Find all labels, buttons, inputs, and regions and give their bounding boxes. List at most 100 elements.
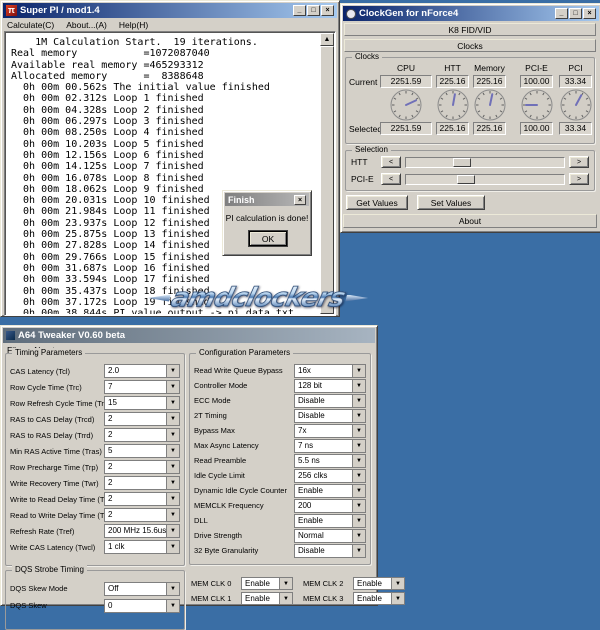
superpi-title: Super PI / mod1.4 (20, 5, 290, 16)
chevron-down-icon[interactable]: ▼ (166, 445, 179, 457)
slider-right-icon[interactable]: > (569, 173, 589, 185)
dropdown[interactable]: 16x▼ (294, 364, 366, 378)
chevron-down-icon[interactable]: ▼ (166, 413, 179, 425)
chevron-down-icon[interactable]: ▼ (352, 365, 365, 377)
chevron-down-icon[interactable]: ▼ (166, 365, 179, 377)
dropdown[interactable]: 15▼ (104, 396, 180, 410)
chevron-down-icon[interactable]: ▼ (352, 485, 365, 497)
dropdown[interactable]: Enable▼ (241, 592, 293, 605)
superpi-titlebar[interactable]: π Super PI / mod1.4 _ □ × (3, 3, 337, 18)
chevron-down-icon[interactable]: ▼ (352, 410, 365, 422)
maximize-icon[interactable]: □ (569, 8, 582, 19)
dropdown[interactable]: Off▼ (104, 582, 180, 596)
minimize-icon[interactable]: _ (555, 8, 568, 19)
chevron-down-icon[interactable]: ▼ (166, 429, 179, 441)
chevron-down-icon[interactable]: ▼ (352, 515, 365, 527)
dropdown[interactable]: 7x▼ (294, 424, 366, 438)
slider-thumb[interactable] (453, 158, 471, 167)
dropdown[interactable]: Disable▼ (294, 409, 366, 423)
chevron-down-icon[interactable]: ▼ (166, 461, 179, 473)
slider-track[interactable] (405, 157, 565, 168)
chevron-down-icon[interactable]: ▼ (352, 380, 365, 392)
chevron-down-icon[interactable]: ▼ (279, 578, 292, 589)
selection-group-label: Selection (352, 145, 391, 154)
clock-selected-value: 33.34 (559, 122, 592, 135)
dropdown[interactable]: 2▼ (104, 428, 180, 442)
dropdown[interactable]: Enable▼ (353, 592, 405, 605)
slider-thumb[interactable] (457, 175, 475, 184)
clockgen-titlebar[interactable]: ClockGen for nForce4 _ □ × (343, 6, 599, 21)
dropdown[interactable]: 2.0▼ (104, 364, 180, 378)
chevron-down-icon[interactable]: ▼ (352, 500, 365, 512)
finish-dialog: Finish × PI calculation is done! OK (222, 190, 312, 256)
clock-current-row: Current2251.59225.16225.16100.0033.34 (346, 75, 594, 88)
chevron-down-icon[interactable]: ▼ (391, 593, 404, 604)
superpi-menu-calculatec[interactable]: Calculate(C) (7, 20, 54, 30)
dropdown[interactable]: 5.5 ns▼ (294, 454, 366, 468)
superpi-app-icon: π (6, 5, 17, 16)
scrollbar-thumb[interactable] (320, 46, 334, 314)
slider-right-icon[interactable]: > (569, 156, 589, 168)
clockgen-window: ClockGen for nForce4 _ □ × K8 FID/VID Cl… (340, 3, 600, 233)
dropdown[interactable]: 2▼ (104, 492, 180, 506)
ok-button[interactable]: OK (249, 231, 287, 246)
chevron-down-icon[interactable]: ▼ (352, 395, 365, 407)
slider-left-icon[interactable]: < (381, 173, 401, 185)
chevron-down-icon[interactable]: ▼ (352, 545, 365, 557)
dropdown[interactable]: 256 clks▼ (294, 469, 366, 483)
clock-selected-row: Selected2251.59225.16225.16100.0033.34 (346, 122, 594, 135)
get-values-button[interactable]: Get Values (346, 195, 408, 210)
dropdown[interactable]: 2▼ (104, 476, 180, 490)
about-bar[interactable]: About (343, 214, 597, 228)
dropdown[interactable]: 7▼ (104, 380, 180, 394)
dropdown[interactable]: 128 bit▼ (294, 379, 366, 393)
scroll-up-icon[interactable]: ▲ (320, 33, 334, 46)
chevron-down-icon[interactable]: ▼ (352, 530, 365, 542)
dropdown[interactable]: Normal▼ (294, 529, 366, 543)
close-icon[interactable]: × (294, 195, 306, 205)
chevron-down-icon[interactable]: ▼ (166, 493, 179, 505)
chevron-down-icon[interactable]: ▼ (352, 455, 365, 467)
dropdown[interactable]: 7 ns▼ (294, 439, 366, 453)
set-values-button[interactable]: Set Values (417, 195, 485, 210)
chevron-down-icon[interactable]: ▼ (352, 470, 365, 482)
dropdown[interactable]: 5▼ (104, 444, 180, 458)
chevron-down-icon[interactable]: ▼ (391, 578, 404, 589)
dropdown[interactable]: Enable▼ (294, 514, 366, 528)
dropdown[interactable]: 2▼ (104, 460, 180, 474)
superpi-scrollbar[interactable]: ▲ (320, 33, 334, 314)
slider-track[interactable] (405, 174, 565, 185)
k8-fidvid-bar[interactable]: K8 FID/VID (344, 23, 596, 36)
dropdown[interactable]: 2▼ (104, 412, 180, 426)
chevron-down-icon[interactable]: ▼ (166, 381, 179, 393)
chevron-down-icon[interactable]: ▼ (166, 583, 179, 595)
chevron-down-icon[interactable]: ▼ (166, 397, 179, 409)
minimize-icon[interactable]: _ (293, 5, 306, 16)
chevron-down-icon[interactable]: ▼ (352, 425, 365, 437)
superpi-window: π Super PI / mod1.4 _ □ × Calculate(C) Ab… (0, 0, 340, 317)
chevron-down-icon[interactable]: ▼ (166, 477, 179, 489)
chevron-down-icon[interactable]: ▼ (279, 593, 292, 604)
chevron-down-icon[interactable]: ▼ (166, 525, 179, 537)
dropdown[interactable]: Enable▼ (241, 577, 293, 590)
dropdown[interactable]: Enable▼ (294, 484, 366, 498)
chevron-down-icon[interactable]: ▼ (166, 509, 179, 521)
close-icon[interactable]: × (583, 8, 596, 19)
dropdown[interactable]: 2▼ (104, 508, 180, 522)
chevron-down-icon[interactable]: ▼ (166, 541, 179, 553)
clocks-bar[interactable]: Clocks (344, 39, 596, 52)
dropdown[interactable]: Disable▼ (294, 544, 366, 558)
maximize-icon[interactable]: □ (307, 5, 320, 16)
superpi-menu-abouta[interactable]: About...(A) (66, 20, 107, 30)
superpi-menu-helph[interactable]: Help(H) (119, 20, 148, 30)
dropdown[interactable]: Disable▼ (294, 394, 366, 408)
finish-titlebar[interactable]: Finish × (225, 193, 309, 206)
dropdown[interactable]: 200 MHz 15.6us▼ (104, 524, 180, 538)
close-icon[interactable]: × (321, 5, 334, 16)
dropdown[interactable]: Enable▼ (353, 577, 405, 590)
a64-titlebar[interactable]: A64 Tweaker V0.60 beta (3, 328, 375, 343)
dropdown[interactable]: 1 clk▼ (104, 540, 180, 554)
chevron-down-icon[interactable]: ▼ (352, 440, 365, 452)
dropdown[interactable]: 200▼ (294, 499, 366, 513)
slider-left-icon[interactable]: < (381, 156, 401, 168)
